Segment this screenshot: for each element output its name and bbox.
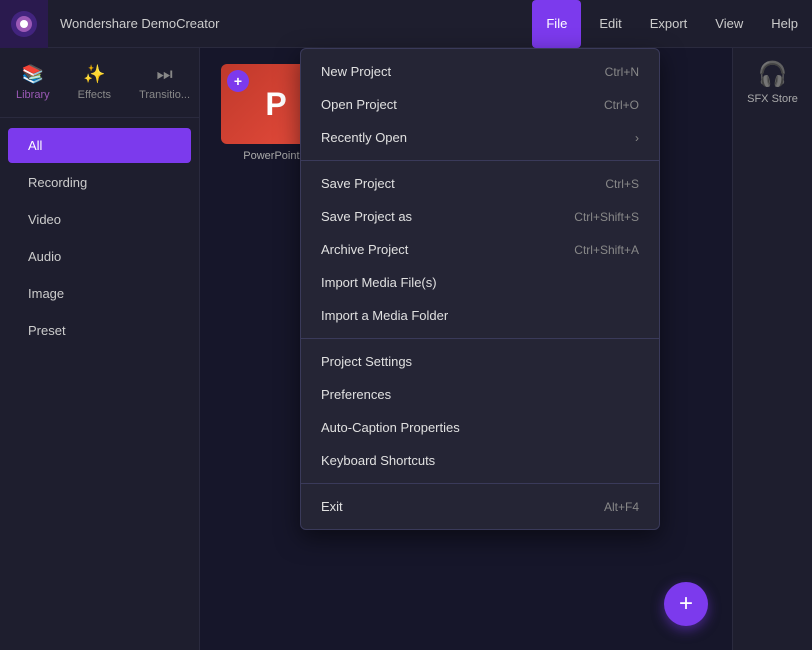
menu-preferences[interactable]: Preferences	[301, 378, 659, 411]
tab-library-label: Library	[16, 89, 50, 101]
app-title: Wondershare DemoCreator	[48, 16, 528, 31]
auto-caption-label: Auto-Caption Properties	[321, 420, 639, 435]
dropdown-section-2: Save Project Ctrl+S Save Project as Ctrl…	[301, 160, 659, 338]
transitions-icon: ⏭	[156, 64, 172, 85]
exit-shortcut: Alt+F4	[604, 500, 639, 514]
menu-keyboard-shortcuts[interactable]: Keyboard Shortcuts	[301, 444, 659, 477]
project-settings-label: Project Settings	[321, 354, 639, 369]
sidebar-item-video[interactable]: Video	[8, 202, 191, 237]
menu-bar: File Edit Export View Help	[528, 0, 812, 47]
menu-item-export[interactable]: Export	[636, 0, 702, 48]
menu-import-media-files[interactable]: Import Media File(s)	[301, 266, 659, 299]
add-media-button[interactable]: +	[227, 70, 249, 92]
save-project-as-shortcut: Ctrl+Shift+S	[574, 210, 639, 224]
tab-transitions[interactable]: ⏭ Transitio...	[127, 56, 202, 109]
sfx-store-icon: 🎧	[758, 60, 788, 89]
dropdown-section-4: Exit Alt+F4	[301, 483, 659, 529]
archive-project-shortcut: Ctrl+Shift+A	[574, 243, 639, 257]
tab-transitions-label: Transitio...	[139, 89, 190, 101]
open-project-label: Open Project	[321, 97, 604, 112]
sfx-store-label: SFX Store	[747, 93, 798, 105]
menu-open-project[interactable]: Open Project Ctrl+O	[301, 88, 659, 121]
open-project-shortcut: Ctrl+O	[604, 98, 639, 112]
menu-item-file[interactable]: File	[532, 0, 581, 48]
toolbar-tabs: 📚 Library ✨ Effects ⏭ Transitio...	[0, 48, 199, 118]
menu-item-help[interactable]: Help	[757, 0, 812, 48]
menu-archive-project[interactable]: Archive Project Ctrl+Shift+A	[301, 233, 659, 266]
menu-item-view[interactable]: View	[701, 0, 757, 48]
sidebar-item-image[interactable]: Image	[8, 276, 191, 311]
menu-import-media-folder[interactable]: Import a Media Folder	[301, 299, 659, 332]
dropdown-section-1: New Project Ctrl+N Open Project Ctrl+O R…	[301, 49, 659, 160]
save-project-label: Save Project	[321, 176, 605, 191]
archive-project-label: Archive Project	[321, 242, 574, 257]
menu-save-project-as[interactable]: Save Project as Ctrl+Shift+S	[301, 200, 659, 233]
menu-save-project[interactable]: Save Project Ctrl+S	[301, 167, 659, 200]
preferences-label: Preferences	[321, 387, 639, 402]
file-dropdown-menu: New Project Ctrl+N Open Project Ctrl+O R…	[300, 48, 660, 530]
library-nav: All Recording Video Audio Image Preset	[0, 118, 199, 650]
sidebar-item-audio[interactable]: Audio	[8, 239, 191, 274]
menu-project-settings[interactable]: Project Settings	[301, 345, 659, 378]
menu-recently-open[interactable]: Recently Open ›	[301, 121, 659, 154]
sidebar-item-preset[interactable]: Preset	[8, 313, 191, 348]
new-project-shortcut: Ctrl+N	[605, 65, 639, 79]
menu-exit[interactable]: Exit Alt+F4	[301, 490, 659, 523]
sidebar: 📚 Library ✨ Effects ⏭ Transitio... All R…	[0, 48, 200, 650]
sfx-store-button[interactable]: 🎧 SFX Store	[747, 60, 798, 105]
sidebar-item-recording[interactable]: Recording	[8, 165, 191, 200]
keyboard-shortcuts-label: Keyboard Shortcuts	[321, 453, 639, 468]
new-project-label: New Project	[321, 64, 605, 79]
sidebar-item-all[interactable]: All	[8, 128, 191, 163]
import-media-files-label: Import Media File(s)	[321, 275, 639, 290]
effects-icon: ✨	[83, 64, 105, 85]
import-media-folder-label: Import a Media Folder	[321, 308, 639, 323]
tab-library[interactable]: 📚 Library	[4, 56, 62, 109]
library-icon: 📚	[22, 64, 44, 85]
powerpoint-icon: P	[265, 86, 286, 123]
right-panel: 🎧 SFX Store	[732, 48, 812, 650]
save-project-shortcut: Ctrl+S	[605, 177, 639, 191]
menu-auto-caption[interactable]: Auto-Caption Properties	[301, 411, 659, 444]
menu-new-project[interactable]: New Project Ctrl+N	[301, 55, 659, 88]
fab-add-button[interactable]: +	[664, 582, 708, 626]
tab-effects-label: Effects	[78, 89, 111, 101]
app-logo	[0, 0, 48, 48]
dropdown-section-3: Project Settings Preferences Auto-Captio…	[301, 338, 659, 483]
title-bar: Wondershare DemoCreator File Edit Export…	[0, 0, 812, 48]
save-project-as-label: Save Project as	[321, 209, 574, 224]
recently-open-arrow: ›	[635, 131, 639, 145]
menu-item-edit[interactable]: Edit	[585, 0, 635, 48]
tab-effects[interactable]: ✨ Effects	[66, 56, 123, 109]
exit-label: Exit	[321, 499, 604, 514]
recently-open-label: Recently Open	[321, 130, 635, 145]
media-label: PowerPoint...	[243, 150, 308, 162]
